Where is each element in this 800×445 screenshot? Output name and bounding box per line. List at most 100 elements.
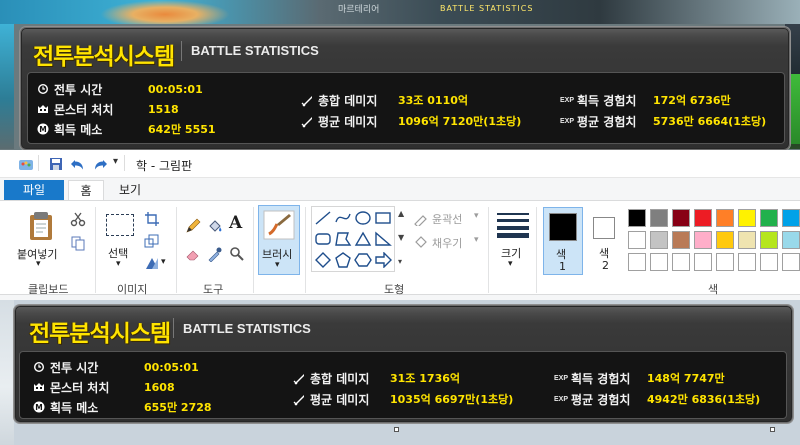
palette-swatch[interactable] — [738, 253, 756, 271]
rectangle-shape-icon[interactable] — [374, 210, 392, 226]
fill-dropdown-icon[interactable]: ▾ — [474, 235, 479, 245]
cut-icon[interactable] — [70, 211, 86, 227]
palette-swatch[interactable] — [694, 209, 712, 227]
palette-swatch[interactable] — [694, 253, 712, 271]
stats-box: 전투 시간 00:05:01 몬스터 처치 1518 M 획득 메소 642만 … — [27, 72, 785, 144]
fill-button[interactable]: 채우기 — [432, 235, 462, 251]
stat-exp-gained: EXP 획득 경험치 172억 6736만 — [560, 91, 731, 109]
rounded-rectangle-shape-icon[interactable] — [314, 231, 332, 247]
paint-window: ▾ 학 - 그림판 파일 홈 보기 붙여넣기 ▾ 클립보드 선택 ▾ ▾ 이미지 — [0, 150, 800, 300]
pentagon-shape-icon[interactable] — [334, 252, 352, 268]
curve-shape-icon[interactable] — [334, 210, 352, 226]
select-dropdown-icon[interactable]: ▾ — [116, 259, 121, 269]
stat-value: 31조 1736억 — [390, 372, 460, 385]
tab-home[interactable]: 홈 — [68, 180, 104, 200]
sword-icon — [292, 371, 306, 385]
select-icon[interactable] — [106, 214, 134, 236]
palette-swatch[interactable] — [672, 209, 690, 227]
palette-swatch[interactable] — [650, 209, 668, 227]
palette-swatch[interactable] — [782, 231, 800, 249]
hexagon-shape-icon[interactable] — [354, 252, 372, 268]
paste-icon[interactable] — [28, 211, 54, 241]
canvas-resize-handle-bottom[interactable] — [394, 427, 399, 432]
palette-swatch[interactable] — [716, 231, 734, 249]
palette-swatch[interactable] — [650, 253, 668, 271]
stat-value: 1518 — [148, 102, 179, 116]
outline-button[interactable]: 윤곽선 — [432, 211, 462, 227]
game-backdrop-left — [0, 24, 14, 149]
right-triangle-shape-icon[interactable] — [374, 231, 392, 247]
palette-swatch[interactable] — [760, 231, 778, 249]
palette-swatch[interactable] — [672, 253, 690, 271]
palette-swatch[interactable] — [628, 253, 646, 271]
brush-dropdown-icon[interactable]: ▾ — [275, 260, 280, 270]
stat-label: 몬스터 처치 — [50, 380, 110, 395]
fill-icon[interactable] — [413, 234, 429, 250]
palette-swatch[interactable] — [760, 209, 778, 227]
shapes-scroll-down-icon[interactable]: ▼ — [398, 233, 404, 242]
stat-label: 총합 데미지 — [318, 93, 378, 108]
group-label-shapes: 도형 — [384, 283, 405, 296]
save-icon[interactable] — [48, 156, 64, 172]
outline-dropdown-icon[interactable]: ▾ — [474, 211, 479, 221]
palette-swatch[interactable] — [628, 209, 646, 227]
eraser-icon[interactable] — [185, 246, 201, 262]
paint-app-icon[interactable] — [18, 156, 34, 172]
stat-label: 획득 경험치 — [571, 371, 631, 386]
redo-icon[interactable] — [92, 156, 108, 172]
svg-text:M: M — [39, 125, 46, 134]
polygon-shape-icon[interactable] — [334, 231, 352, 247]
battle-stats-panel-top: 전투분석시스템 BATTLE STATISTICS 전투 시간 00:05:01… — [20, 27, 790, 150]
diamond-shape-icon[interactable] — [314, 252, 332, 268]
brush-button[interactable]: 브러시 ▾ — [258, 205, 300, 275]
qat-customize-icon[interactable]: ▾ — [113, 156, 118, 167]
rotate-icon[interactable] — [144, 255, 160, 271]
tab-file[interactable]: 파일 — [4, 180, 64, 200]
outline-icon[interactable] — [413, 210, 429, 226]
palette-swatch[interactable] — [716, 253, 734, 271]
palette-swatch[interactable] — [782, 209, 800, 227]
paste-dropdown-icon[interactable]: ▾ — [36, 259, 41, 269]
panel-title-korean: 전투분석시스템 — [29, 321, 171, 347]
palette-swatch[interactable] — [694, 231, 712, 249]
quick-access-toolbar: ▾ 학 - 그림판 — [0, 150, 800, 178]
triangle-shape-icon[interactable] — [354, 231, 372, 247]
color1-button[interactable]: 색 1 — [543, 207, 583, 275]
fill-bucket-icon[interactable] — [207, 218, 223, 234]
stat-value: 1608 — [144, 380, 175, 394]
color1-label-bottom: 1 — [559, 260, 566, 273]
size-dropdown-icon[interactable]: ▾ — [508, 259, 513, 269]
undo-icon[interactable] — [70, 156, 86, 172]
line-shape-icon[interactable] — [314, 210, 332, 226]
stat-label: 전투 시간 — [50, 360, 99, 375]
rotate-dropdown-icon[interactable]: ▾ — [161, 257, 166, 267]
tab-view[interactable]: 보기 — [110, 180, 150, 200]
size-icon[interactable] — [497, 211, 529, 238]
panel-title-korean: 전투분석시스템 — [33, 44, 175, 70]
magnifier-icon[interactable] — [229, 246, 245, 262]
shapes-scroll-up-icon[interactable]: ▲ — [398, 209, 404, 218]
pencil-icon[interactable] — [185, 218, 201, 234]
palette-swatch[interactable] — [672, 231, 690, 249]
palette-swatch[interactable] — [738, 231, 756, 249]
color2-button[interactable]: 색 2 — [587, 207, 623, 275]
palette-swatch[interactable] — [760, 253, 778, 271]
canvas-resize-handle-corner[interactable] — [770, 427, 775, 432]
color-picker-icon[interactable] — [207, 246, 223, 262]
palette-swatch[interactable] — [738, 209, 756, 227]
palette-swatch[interactable] — [716, 209, 734, 227]
qat-separator — [124, 155, 125, 171]
copy-icon[interactable] — [70, 235, 86, 251]
oval-shape-icon[interactable] — [354, 210, 372, 226]
arrow-shape-icon[interactable] — [374, 252, 392, 268]
resize-icon[interactable] — [144, 233, 160, 249]
palette-swatch[interactable] — [650, 231, 668, 249]
exp-tag: EXP — [554, 395, 569, 403]
text-tool-icon[interactable]: A — [229, 213, 242, 233]
palette-swatch[interactable] — [628, 231, 646, 249]
palette-swatch[interactable] — [782, 253, 800, 271]
crop-icon[interactable] — [144, 211, 160, 227]
title-divider — [181, 41, 182, 61]
stat-label: 총합 데미지 — [310, 371, 370, 386]
shapes-expand-icon[interactable]: ▾ — [398, 257, 402, 266]
